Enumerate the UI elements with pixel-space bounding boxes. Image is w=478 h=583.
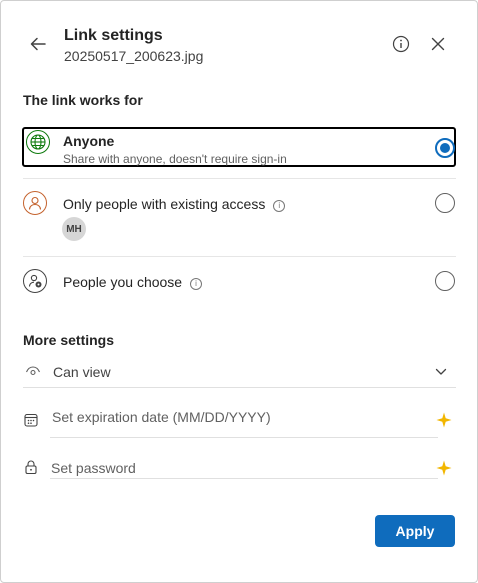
option-existing-access[interactable]: Only people with existing access i MH: [22, 190, 456, 246]
link-works-for-heading: The link works for: [23, 92, 143, 108]
option-people-you-choose[interactable]: People you choose i: [22, 268, 456, 294]
avatar: MH: [62, 217, 86, 241]
apply-button[interactable]: Apply: [375, 515, 455, 547]
chevron-down-icon: [435, 368, 447, 375]
back-button[interactable]: [26, 32, 50, 56]
radio-people-you-choose[interactable]: [435, 271, 455, 291]
calendar-icon: [24, 413, 38, 427]
info-button[interactable]: [390, 33, 412, 55]
divider: [23, 387, 456, 388]
option-existing-access-label: Only people with existing access: [63, 196, 266, 212]
option-people-you-choose-title: People you choose i: [63, 274, 202, 290]
expiration-date-input[interactable]: Set expiration date (MM/DD/YYYY): [52, 409, 432, 433]
close-button[interactable]: [427, 33, 449, 55]
close-icon: [431, 37, 445, 51]
option-anyone[interactable]: Anyone Share with anyone, doesn't requir…: [22, 127, 456, 167]
sparkle-icon[interactable]: [436, 460, 452, 476]
dialog-title: Link settings: [64, 27, 163, 44]
permission-dropdown[interactable]: Can view: [23, 360, 456, 387]
divider: [23, 178, 456, 179]
option-anyone-title: Anyone: [63, 133, 115, 149]
eye-icon: [25, 366, 41, 376]
password-input[interactable]: Set password: [51, 460, 431, 480]
expiration-underline: [50, 437, 438, 438]
globe-icon: [26, 130, 50, 154]
person-icon: [23, 191, 47, 215]
info-icon[interactable]: i: [273, 199, 286, 212]
radio-existing-access[interactable]: [435, 193, 455, 213]
people-settings-icon: [23, 269, 47, 293]
lock-icon: [25, 460, 37, 474]
radio-anyone[interactable]: [435, 138, 455, 158]
arrow-left-icon: [30, 37, 46, 51]
option-existing-access-title: Only people with existing access i: [63, 196, 286, 212]
info-icon[interactable]: i: [189, 277, 202, 290]
password-underline: [50, 478, 438, 479]
permission-value: Can view: [53, 364, 111, 380]
info-icon: [392, 35, 410, 53]
divider: [23, 256, 456, 257]
more-settings-heading: More settings: [23, 332, 115, 348]
option-anyone-description: Share with anyone, doesn't require sign-…: [63, 152, 287, 166]
file-name: 20250517_200623.jpg: [64, 48, 204, 64]
option-people-you-choose-label: People you choose: [63, 274, 183, 290]
sparkle-icon[interactable]: [436, 412, 452, 428]
